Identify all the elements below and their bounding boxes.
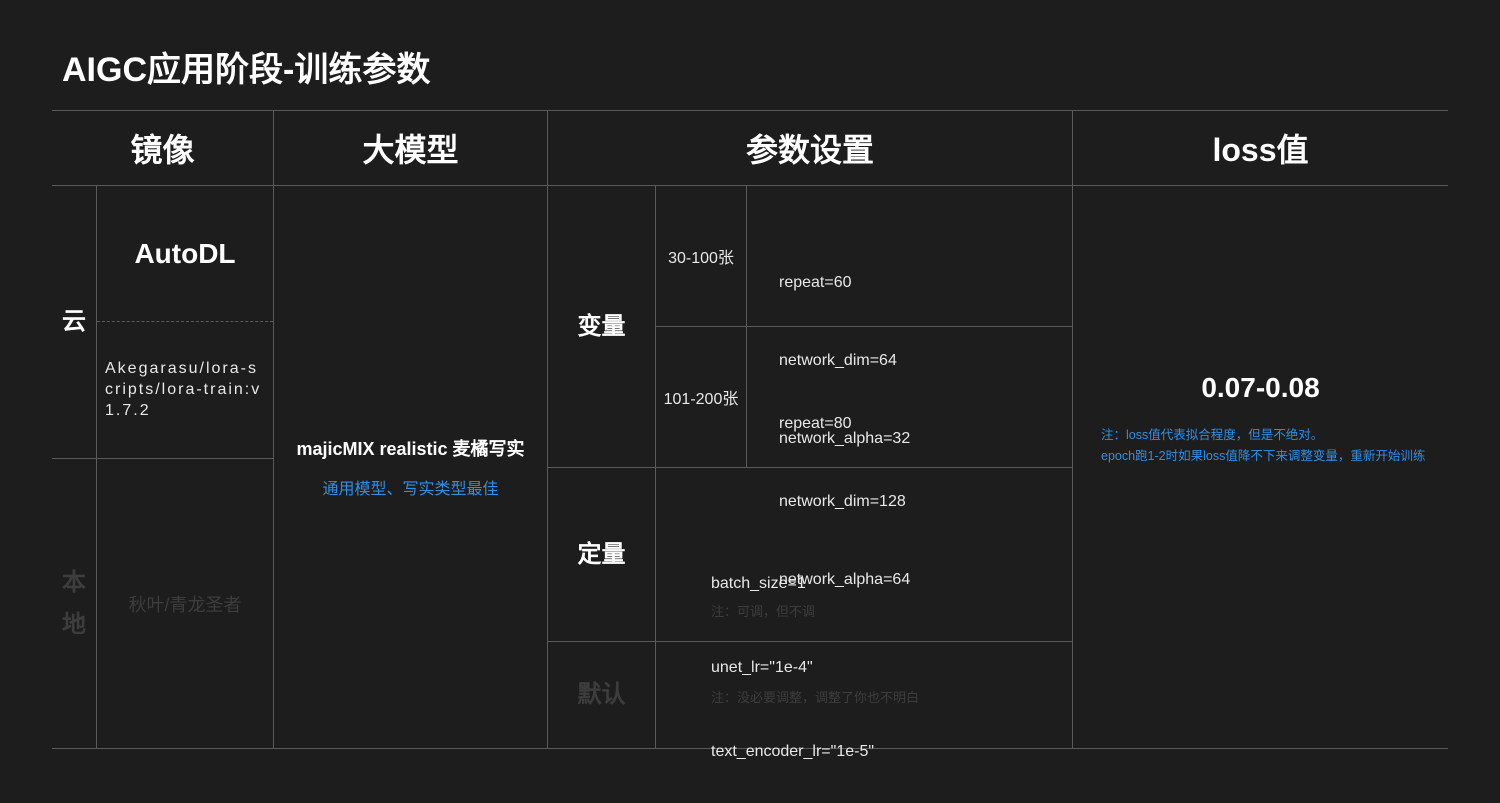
default-label: 默认 <box>577 681 626 708</box>
row2-param-line: network_dim=128 <box>779 493 906 510</box>
fixed-param-line: unet_lr="1e-4" <box>711 659 813 676</box>
header-image: 镜像 <box>130 132 195 168</box>
header-params: 参数设置 <box>745 132 874 168</box>
header-loss: loss值 <box>1212 132 1309 168</box>
model-name: majicMIX realistic 麦橘写实 <box>296 439 525 459</box>
lora-scripts-label: Akegarasu/lora-scripts/lora-train:v1.7.2 <box>105 360 262 419</box>
loss-value: 0.07-0.08 <box>1201 372 1320 403</box>
default-note: 注：没必要调整，调整了你也不明白 <box>711 690 920 705</box>
model-cell: majicMIX realistic 麦橘写实 通用模型、写实类型最佳 <box>274 186 547 748</box>
row2-param-line: repeat=80 <box>779 415 852 432</box>
local-mirror-name: 秋叶/青龙圣者 <box>128 594 242 615</box>
row1-count: 30-100张 <box>668 250 734 267</box>
row2-count: 101-200张 <box>663 391 739 408</box>
fixed-label: 定量 <box>577 540 626 568</box>
local-label-text: 本地 <box>62 568 86 638</box>
fixed-param-line: text_encoder_lr="1e-5" <box>711 743 875 760</box>
divider-params-loss <box>1072 110 1073 749</box>
autodl-label: AutoDL <box>134 237 236 269</box>
local-label: 本地 <box>52 459 96 748</box>
header-model: 大模型 <box>362 132 459 168</box>
divider-autodl-scripts <box>97 321 273 322</box>
model-note: 通用模型、写实类型最佳 <box>322 481 499 498</box>
page-title: AIGC应用阶段-训练参数 <box>62 51 431 89</box>
fixed-note: 注：可调，但不调 <box>711 604 816 619</box>
fixed-param-line: batch_size=1 <box>711 575 806 592</box>
loss-note-2: epoch跑1-2时如果loss值降不下来调整变量，重新开始训练 <box>1101 449 1426 463</box>
loss-note-1: 注：loss值代表拟合程度，但是不绝对。 <box>1101 428 1324 442</box>
variable-label: 变量 <box>577 312 626 340</box>
cloud-label: 云 <box>62 308 86 335</box>
row1-param-line: repeat=60 <box>779 274 852 291</box>
fixed-params: batch_size=1 unet_lr="1e-4" text_encoder… <box>711 514 874 794</box>
